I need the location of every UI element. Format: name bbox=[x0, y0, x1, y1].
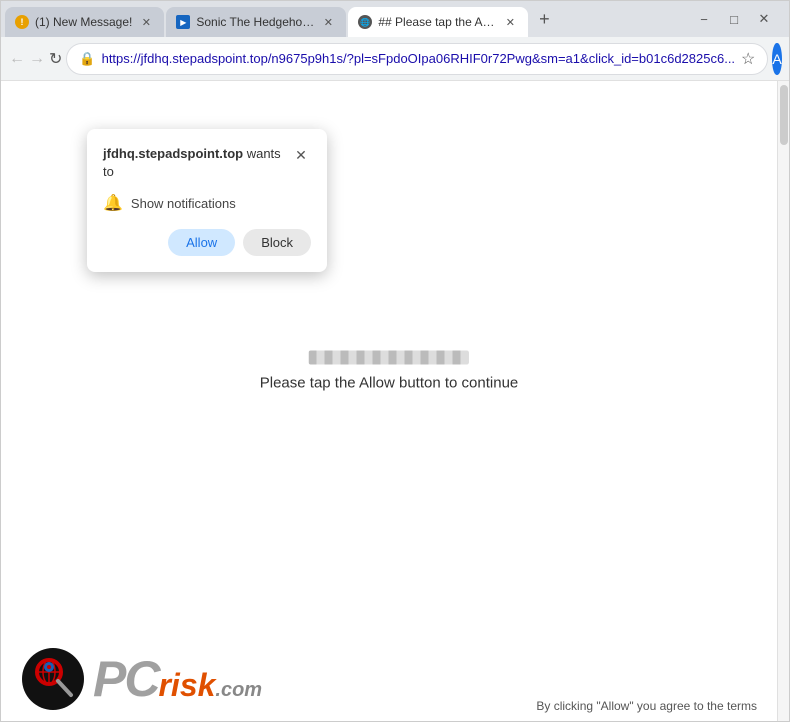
popup-notification-label: Show notifications bbox=[131, 196, 236, 211]
page-content: jfdhq.stepadspoint.top wants to ✕ 🔔 Show… bbox=[1, 81, 777, 721]
browser-menu-button[interactable]: ⋮ bbox=[786, 43, 790, 75]
tab-2[interactable]: ▶ Sonic The Hedgehog 3 (2024):... ✕ bbox=[166, 7, 346, 37]
tab-2-close[interactable]: ✕ bbox=[320, 14, 336, 30]
address-bar[interactable]: 🔒 https://jfdhq.stepadspoint.top/n9675p9… bbox=[66, 43, 768, 75]
risk-letters: risk bbox=[158, 667, 215, 704]
browser-body: jfdhq.stepadspoint.top wants to ✕ 🔔 Show… bbox=[1, 81, 789, 721]
tab-3[interactable]: 🌐 ## Please tap the Allow button... ✕ bbox=[348, 7, 528, 37]
popup-domain: jfdhq.stepadspoint.top bbox=[103, 146, 243, 161]
maximize-button[interactable]: □ bbox=[721, 6, 747, 32]
popup-notification-row: 🔔 Show notifications bbox=[103, 193, 311, 213]
pcrisk-logo: PCrisk.com bbox=[21, 647, 262, 711]
bottom-right-label: By clicking "Allow" you agree to the ter… bbox=[536, 699, 757, 713]
bottom-branding: PCrisk.com bbox=[21, 647, 262, 711]
address-text: https://jfdhq.stepadspoint.top/n9675p9h1… bbox=[102, 51, 735, 66]
dot-com-text: .com bbox=[215, 679, 262, 702]
tab-2-favicon: ▶ bbox=[176, 15, 190, 29]
pc-text-group: PCrisk.com bbox=[93, 654, 262, 704]
bottom-right-text: By clicking "Allow" you agree to the ter… bbox=[536, 699, 757, 713]
page-center: Please tap the Allow button to continue bbox=[260, 351, 519, 392]
lock-icon: 🔒 bbox=[79, 51, 95, 67]
browser-window: ! (1) New Message! ✕ ▶ Sonic The Hedgeho… bbox=[0, 0, 790, 722]
new-tab-button[interactable]: + bbox=[530, 5, 558, 33]
nav-bar: ← → ↻ 🔒 https://jfdhq.stepadspoint.top/n… bbox=[1, 37, 789, 81]
progress-bar bbox=[309, 351, 469, 365]
back-button[interactable]: ← bbox=[9, 43, 25, 75]
block-button[interactable]: Block bbox=[243, 229, 311, 256]
tab-3-close[interactable]: ✕ bbox=[502, 14, 518, 30]
tab-3-favicon: 🌐 bbox=[358, 15, 372, 29]
bookmark-star-icon[interactable]: ☆ bbox=[741, 49, 755, 69]
tab-1-favicon: ! bbox=[15, 15, 29, 29]
tab-3-label: ## Please tap the Allow button... bbox=[378, 15, 496, 29]
popup-header: jfdhq.stepadspoint.top wants to ✕ bbox=[103, 145, 311, 181]
close-button[interactable]: ✕ bbox=[751, 6, 777, 32]
tab-1[interactable]: ! (1) New Message! ✕ bbox=[5, 7, 164, 37]
popup-title: jfdhq.stepadspoint.top wants to bbox=[103, 145, 291, 181]
minimize-button[interactable]: − bbox=[691, 6, 717, 32]
allow-button[interactable]: Allow bbox=[168, 229, 235, 256]
notification-popup: jfdhq.stepadspoint.top wants to ✕ 🔔 Show… bbox=[87, 129, 327, 272]
window-controls: − □ ✕ bbox=[691, 6, 785, 32]
reload-button[interactable]: ↻ bbox=[49, 43, 62, 75]
bell-icon: 🔔 bbox=[103, 193, 123, 213]
tab-bar: ! (1) New Message! ✕ ▶ Sonic The Hedgeho… bbox=[1, 1, 789, 37]
pc-logo-svg bbox=[21, 647, 85, 711]
scrollbar[interactable] bbox=[777, 81, 789, 721]
scroll-thumb[interactable] bbox=[780, 85, 788, 145]
pc-letters: PC bbox=[93, 654, 158, 704]
popup-close-button[interactable]: ✕ bbox=[291, 145, 311, 165]
popup-buttons: Allow Block bbox=[103, 229, 311, 256]
tab-1-label: (1) New Message! bbox=[35, 15, 132, 29]
forward-button[interactable]: → bbox=[29, 43, 45, 75]
tab-1-close[interactable]: ✕ bbox=[138, 14, 154, 30]
tab-2-label: Sonic The Hedgehog 3 (2024):... bbox=[196, 15, 314, 29]
page-message: Please tap the Allow button to continue bbox=[260, 375, 519, 392]
profile-button[interactable]: A bbox=[772, 43, 781, 75]
